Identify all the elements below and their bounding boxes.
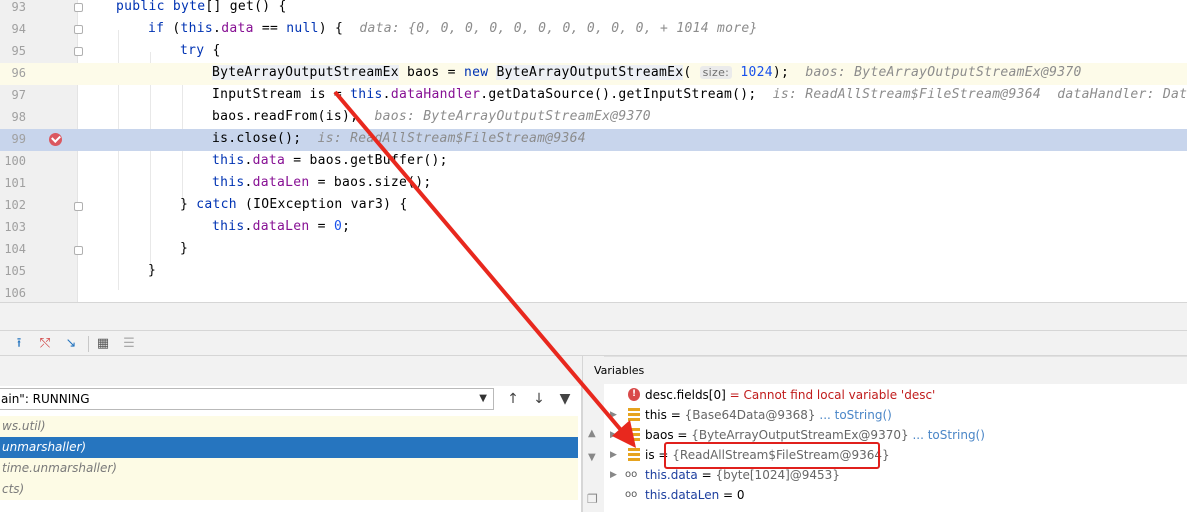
annotation-arrow (333, 90, 636, 448)
ide-window: { "editor": { "lines": [ {"num": "93", "… (0, 0, 1187, 512)
